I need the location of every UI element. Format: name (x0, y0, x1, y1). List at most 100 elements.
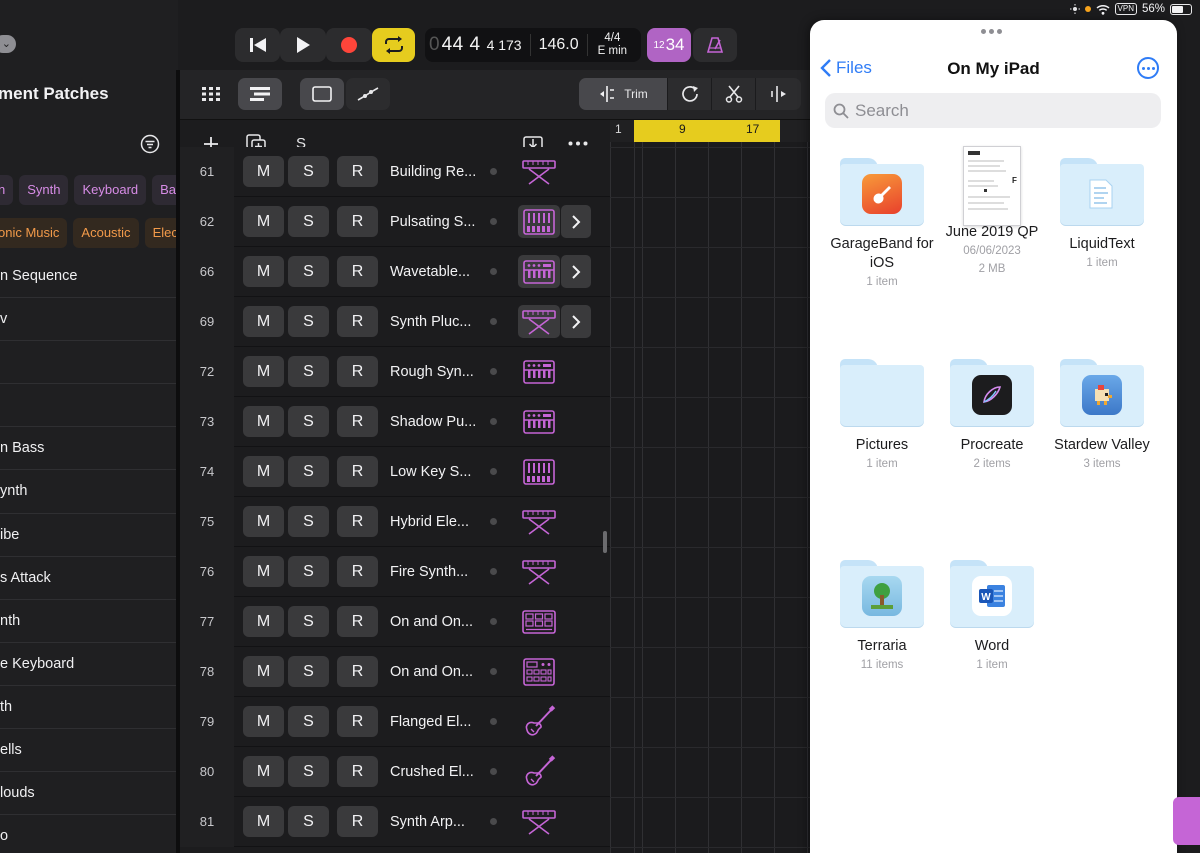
track-name[interactable]: Synth Arp... (390, 797, 465, 847)
track-row[interactable]: 77 M S R On and On... (180, 597, 610, 647)
expand-track-button[interactable] (561, 305, 591, 338)
track-row[interactable]: 78 M S R On and On... (180, 647, 610, 697)
automation-button[interactable] (346, 78, 390, 110)
expand-track-button[interactable] (561, 205, 591, 238)
solo-button[interactable]: S (288, 356, 329, 387)
track-name[interactable]: Crushed El... (390, 747, 474, 797)
more-options-button[interactable] (1137, 57, 1159, 79)
patch-list-item[interactable]: o (0, 815, 178, 853)
mute-button[interactable]: M (243, 556, 284, 587)
tag-chip[interactable]: Electr (144, 218, 178, 248)
panel-toggle-button[interactable]: ⌄ (0, 35, 16, 53)
patch-list-item[interactable]: s Attack (0, 557, 178, 600)
solo-button[interactable]: S (288, 556, 329, 587)
synth-keyboard-icon[interactable] (518, 355, 560, 388)
patch-list-item[interactable]: ibe (0, 514, 178, 557)
record-enable-button[interactable]: R (337, 156, 378, 187)
electric-guitar-icon[interactable] (518, 754, 560, 788)
cycle-button[interactable] (372, 28, 415, 62)
record-enable-button[interactable]: R (337, 456, 378, 487)
synth-module-icon[interactable] (518, 205, 560, 238)
drum-machine-icon[interactable] (518, 655, 560, 688)
keyboard-stand-icon[interactable] (518, 305, 560, 338)
track-row[interactable]: 62 M S R Pulsating S... (180, 197, 610, 247)
electric-guitar-icon[interactable] (518, 704, 560, 738)
record-enable-button[interactable]: R (337, 356, 378, 387)
record-button[interactable] (326, 28, 372, 62)
track-row[interactable]: 81 M S R Synth Arp... (180, 797, 610, 847)
mute-button[interactable]: M (243, 606, 284, 637)
tag-chip[interactable]: Acoustic (73, 218, 139, 248)
track-name[interactable]: Hybrid Ele... (390, 497, 469, 547)
lcd-display[interactable]: 0 44 4 4 173 146.0 4/4 E min (425, 28, 641, 62)
synth-keyboard-icon[interactable] (518, 255, 560, 288)
trim-tool-button[interactable]: Trim (579, 78, 668, 110)
join-tool-button[interactable] (756, 78, 801, 110)
solo-button[interactable]: S (288, 656, 329, 687)
track-row[interactable]: 69 M S R Synth Pluc... (180, 297, 610, 347)
solo-button[interactable]: S (288, 506, 329, 537)
more-options-icon[interactable] (568, 141, 588, 146)
search-bar[interactable] (825, 93, 1161, 128)
plugin-side-tab[interactable] (1173, 797, 1200, 845)
record-enable-button[interactable]: R (337, 256, 378, 287)
solo-button[interactable]: S (288, 406, 329, 437)
go-to-start-button[interactable] (235, 28, 280, 62)
record-enable-button[interactable]: R (337, 406, 378, 437)
patch-list-item[interactable]: nth (0, 600, 178, 643)
record-enable-button[interactable]: R (337, 706, 378, 737)
record-enable-button[interactable]: R (337, 656, 378, 687)
track-name[interactable]: Low Key S... (390, 447, 471, 497)
track-row[interactable]: 66 M S R Wavetable... (180, 247, 610, 297)
track-name[interactable]: Pulsating S... (390, 197, 475, 247)
patch-list-item[interactable]: ynth (0, 470, 178, 514)
patch-list-item[interactable]: e Keyboard (0, 643, 178, 686)
grid-view-button[interactable] (188, 78, 234, 110)
mute-button[interactable]: M (243, 506, 284, 537)
folder-item[interactable]: Pictures 1 item (827, 359, 937, 473)
solo-button[interactable]: S (288, 306, 329, 337)
mute-button[interactable]: M (243, 256, 284, 287)
count-in-button[interactable]: 12 34 (647, 28, 691, 62)
solo-button[interactable]: S (288, 606, 329, 637)
patch-list-item[interactable]: n Bass (0, 427, 178, 471)
keyboard-stand-icon[interactable] (518, 555, 560, 588)
solo-button[interactable]: S (288, 756, 329, 787)
track-name[interactable]: Rough Syn... (390, 347, 474, 397)
patch-list-item[interactable]: louds (0, 772, 178, 816)
track-name[interactable]: Synth Pluc... (390, 297, 471, 347)
solo-button[interactable]: S (288, 156, 329, 187)
record-enable-button[interactable]: R (337, 606, 378, 637)
play-button[interactable] (280, 28, 326, 62)
keyboard-stand-icon[interactable] (518, 505, 560, 538)
record-enable-button[interactable]: R (337, 556, 378, 587)
mute-button[interactable]: M (243, 356, 284, 387)
drag-handle[interactable] (981, 29, 1005, 35)
document-item[interactable]: F June 2019 QP 06/06/2023 2 MB (937, 146, 1047, 278)
mute-button[interactable]: M (243, 306, 284, 337)
track-row[interactable]: 79 M S R Flanged El... (180, 697, 610, 747)
record-enable-button[interactable]: R (337, 206, 378, 237)
patch-list-item[interactable]: ells (0, 729, 178, 773)
folder-item[interactable]: Stardew Valley 3 items (1047, 359, 1157, 473)
folder-item[interactable]: W Word 1 item (937, 560, 1047, 674)
folder-item[interactable]: Procreate 2 items (937, 359, 1047, 473)
folder-item[interactable]: LiquidText 1 item (1047, 158, 1157, 272)
tag-chip[interactable]: n (0, 175, 14, 205)
solo-button[interactable]: S (288, 806, 329, 837)
metronome-button[interactable] (693, 28, 737, 62)
drum-pad-icon[interactable] (518, 605, 560, 638)
folder-item[interactable]: Terraria 11 items (827, 560, 937, 674)
synth-module-icon[interactable] (518, 455, 560, 488)
keyboard-stand-icon[interactable] (518, 155, 560, 188)
record-enable-button[interactable]: R (337, 506, 378, 537)
solo-button[interactable]: S (288, 456, 329, 487)
region-view-button[interactable] (300, 78, 344, 110)
track-row[interactable]: 75 M S R Hybrid Ele... (180, 497, 610, 547)
patch-list-item[interactable]: v (0, 298, 178, 342)
track-row[interactable]: 73 M S R Shadow Pu... (180, 397, 610, 447)
track-scrollbar[interactable] (603, 531, 607, 553)
timeline-ruler[interactable]: 1 9 17 (610, 120, 810, 142)
mute-button[interactable]: M (243, 656, 284, 687)
patch-list-item[interactable]: n Sequence (0, 255, 178, 299)
